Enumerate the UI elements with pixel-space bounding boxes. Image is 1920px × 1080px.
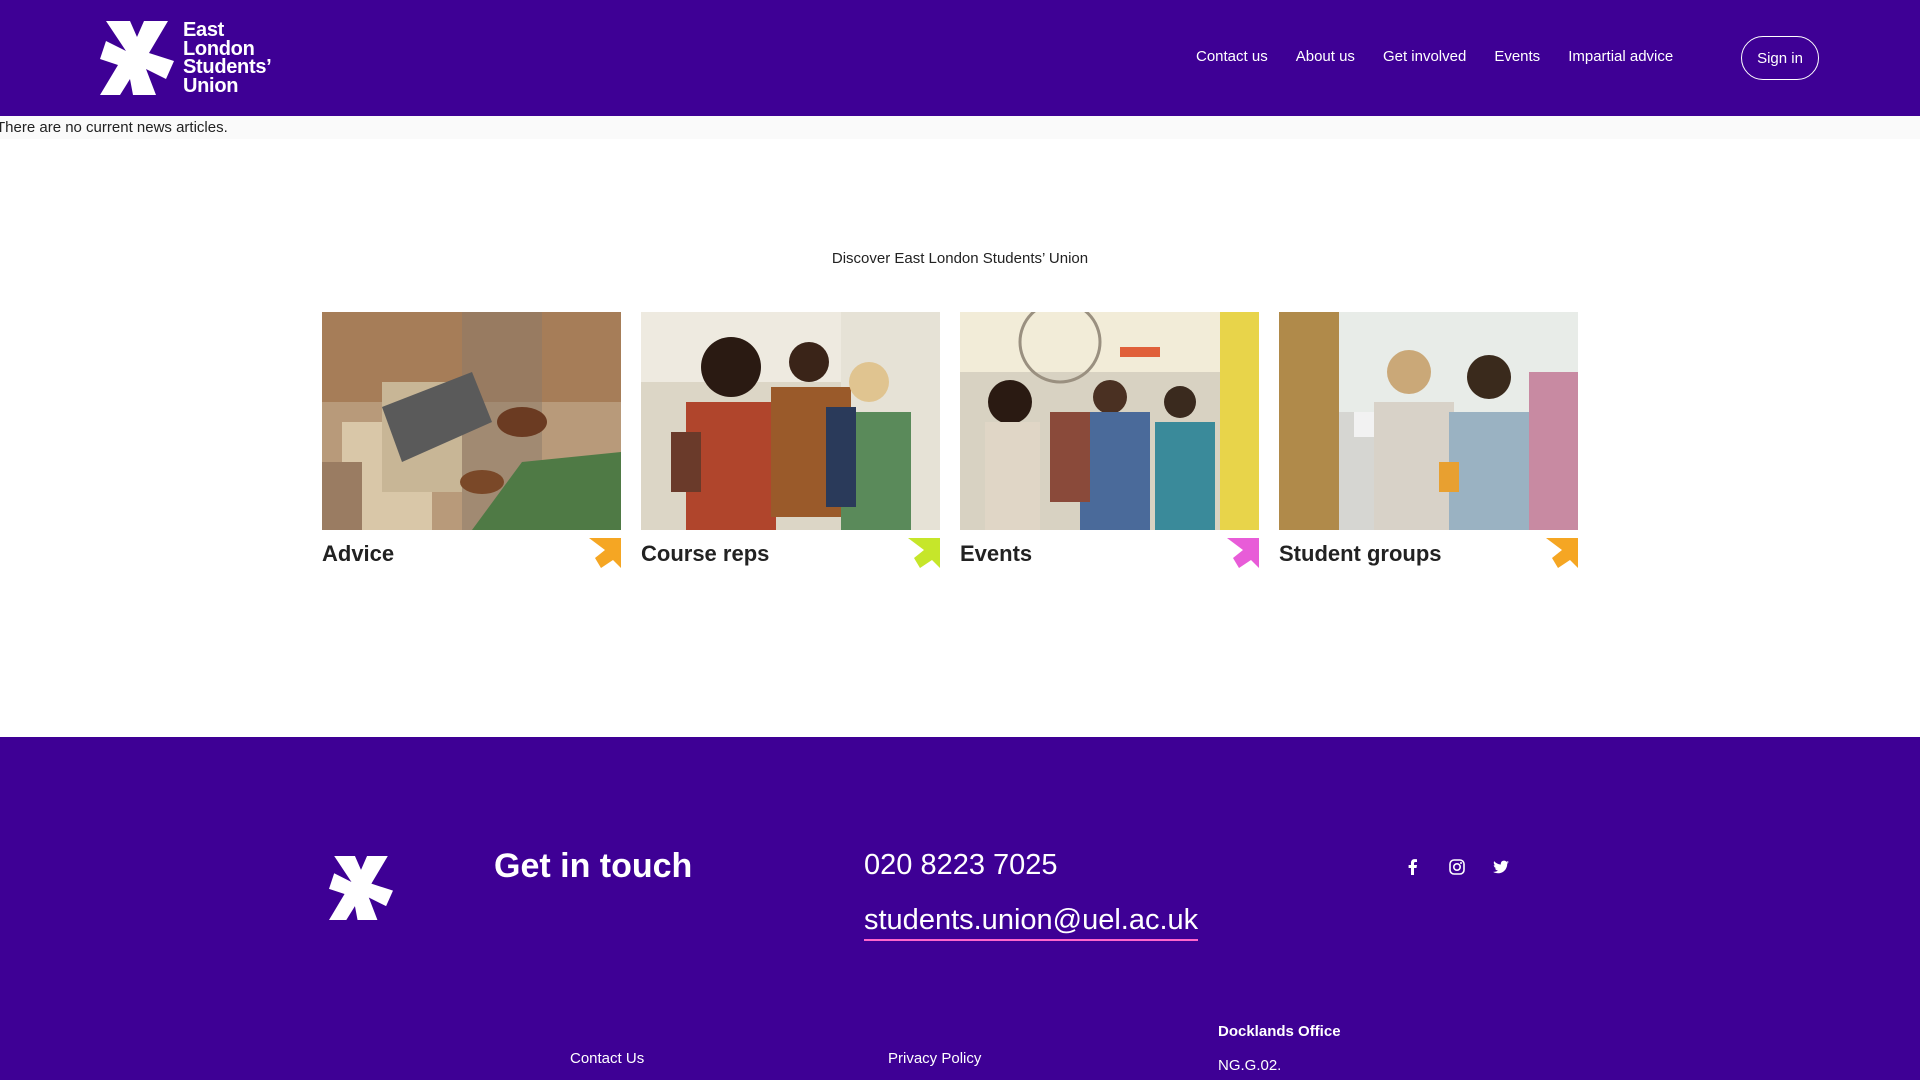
arrow-up-right-icon (589, 538, 621, 568)
student-groups-photo (1279, 312, 1578, 530)
nav-events[interactable]: Events (1494, 48, 1540, 65)
logo-line: Students’ (183, 56, 272, 78)
nav-contact-us[interactable]: Contact us (1196, 48, 1268, 65)
arrow-up-right-icon (1227, 538, 1259, 568)
footer-link-contact-us[interactable]: Contact Us (570, 1050, 644, 1067)
phone-link[interactable]: 020 8223 7025 (864, 849, 1058, 882)
card-advice[interactable]: Advice (322, 312, 621, 568)
nav-impartial-advice[interactable]: Impartial advice (1568, 48, 1673, 65)
get-in-touch-heading: Get in touch (494, 847, 693, 885)
site-logo[interactable]: East London Students’ Union (100, 19, 272, 97)
nav-get-involved[interactable]: Get involved (1383, 48, 1466, 65)
nav-about-us[interactable]: About us (1296, 48, 1355, 65)
site-header: East London Students’ Union Contact us A… (0, 0, 1920, 116)
arrow-up-right-icon (1546, 538, 1578, 568)
footer-logo-star-icon[interactable] (329, 856, 393, 920)
card-label: Student groups (1279, 541, 1442, 566)
card-label: Course reps (641, 541, 770, 566)
footer-link-privacy-policy[interactable]: Privacy Policy (888, 1050, 981, 1067)
main-nav: Contact us About us Get involved Events … (1196, 48, 1673, 65)
office-address-line: NG.G.02. (1218, 1057, 1282, 1074)
card-events[interactable]: Events (960, 312, 1259, 568)
twitter-icon[interactable] (1491, 857, 1511, 877)
discover-heading: Discover East London Students’ Union (831, 250, 1089, 267)
logo-star-icon (100, 21, 174, 95)
site-footer: Get in touch 020 8223 7025 students.unio… (0, 737, 1920, 1080)
events-photo (960, 312, 1259, 530)
news-notice: There are no current news articles. (0, 116, 1920, 139)
logo-wordmark: East London Students’ Union (183, 19, 272, 97)
email-link[interactable]: students.union@uel.ac.uk (864, 904, 1199, 941)
instagram-icon[interactable] (1447, 857, 1467, 877)
advice-photo (322, 312, 621, 530)
logo-line: Union (183, 74, 239, 97)
facebook-icon[interactable] (1403, 857, 1423, 877)
card-student-groups[interactable]: Student groups (1279, 312, 1578, 568)
card-label: Events (960, 541, 1033, 566)
course-reps-photo (641, 312, 940, 530)
card-course-reps[interactable]: Course reps (641, 312, 940, 568)
card-label: Advice (322, 541, 395, 566)
sign-in-button[interactable]: Sign in (1741, 36, 1819, 80)
office-title: Docklands Office (1218, 1023, 1341, 1040)
arrow-up-right-icon (908, 538, 940, 568)
logo-line: East (183, 19, 225, 41)
